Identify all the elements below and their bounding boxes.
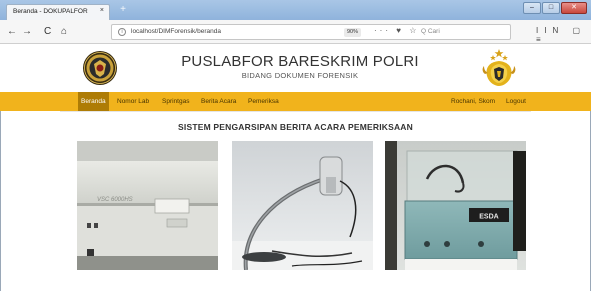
back-icon[interactable]: ← <box>7 26 17 38</box>
page-actions-icons[interactable]: ··· ♥ ☆ <box>374 26 419 35</box>
site-subtitle: BIDANG DOKUMEN FORENSIK <box>241 71 359 80</box>
minimize-button[interactable]: – <box>523 2 541 14</box>
new-tab-button[interactable]: + <box>117 5 129 16</box>
zoom-level-badge[interactable]: 90% <box>344 28 362 37</box>
maximize-button[interactable]: □ <box>542 2 560 14</box>
search-input[interactable]: Q Cari <box>421 28 440 35</box>
tab-title: Beranda - DOKUPALFOR <box>13 8 88 15</box>
browser-navigation-bar: ← → C ⌂ i localhost/DIMForensik/beranda … <box>0 20 591 44</box>
main-navigation-menu: Beranda Nomor Lab Sprintgas Berita Acara… <box>0 92 591 111</box>
menu-item-beranda[interactable]: Beranda <box>78 92 109 111</box>
reload-icon[interactable]: C <box>44 26 51 38</box>
window-controls: – □ ✕ <box>523 2 587 14</box>
tab-close-icon[interactable]: × <box>100 7 104 14</box>
section-title: SISTEM PENGARSIPAN BERITA ACARA PEMERIKS… <box>178 122 413 132</box>
menu-item-sprintgas[interactable]: Sprintgas <box>162 92 189 111</box>
menu-item-berita-acara[interactable]: Berita Acara <box>201 92 236 111</box>
content-divider <box>60 111 531 112</box>
user-name-link[interactable]: Rochani, Skom <box>451 92 495 111</box>
menu-item-pemeriksa[interactable]: Pemeriksa <box>248 92 279 111</box>
photo-vsc-device: VSC 6000HS <box>77 141 218 270</box>
site-title: PUSLABFOR BARESKRIM POLRI <box>181 53 419 70</box>
close-window-button[interactable]: ✕ <box>561 2 587 14</box>
logout-link[interactable]: Logout <box>506 92 526 111</box>
menu-item-nomor-lab[interactable]: Nomor Lab <box>117 92 149 111</box>
esda-label: ESDA <box>479 214 498 221</box>
forward-icon[interactable]: → <box>22 26 32 38</box>
site-header: PUSLABFOR BARESKRIM POLRI BIDANG DOKUMEN… <box>0 44 591 92</box>
url-text[interactable]: localhost/DIMForensik/beranda <box>131 28 221 35</box>
toolbar-menu-icons[interactable]: IIN ▢ ≡ <box>536 26 591 44</box>
polri-emblem-logo <box>479 48 519 88</box>
address-bar[interactable]: i localhost/DIMForensik/beranda 90% ··· … <box>111 24 511 40</box>
photo-device-label: VSC 6000HS <box>97 197 133 203</box>
browser-tab[interactable]: Beranda - DOKUPALFOR × <box>6 4 110 20</box>
photo-camera-stand <box>232 141 373 270</box>
photo-esda-device: ESDA <box>385 141 526 270</box>
info-icon[interactable]: i <box>118 28 126 36</box>
bareskrim-emblem-logo <box>82 50 118 86</box>
home-icon[interactable]: ⌂ <box>61 26 67 38</box>
browser-title-bar: Beranda - DOKUPALFOR × + – □ ✕ <box>0 0 591 20</box>
